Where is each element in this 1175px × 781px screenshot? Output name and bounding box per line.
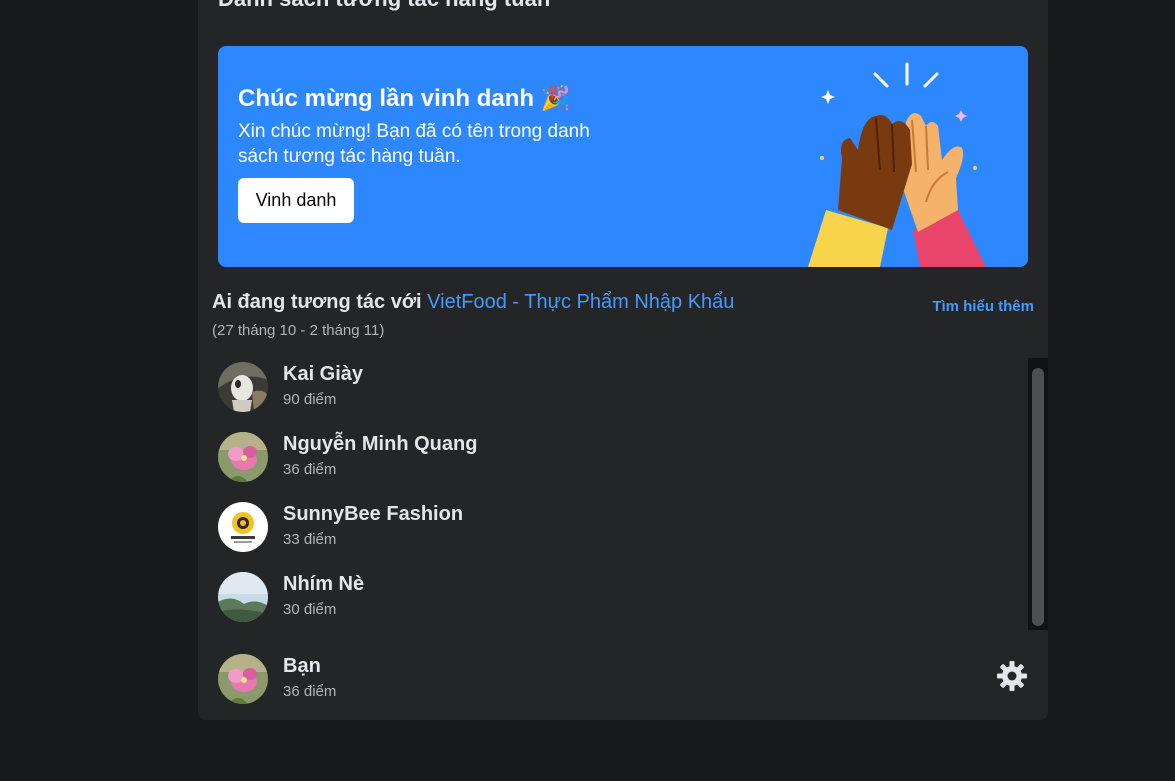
list-item[interactable]: Nhím Nè 30 điểm (218, 568, 1008, 628)
my-score: 36 điểm (283, 683, 337, 700)
page-name-link[interactable]: VietFood - Thực Phẩm Nhập Khẩu (427, 291, 734, 313)
banner-text: Xin chúc mừng! Bạn đã có tên trong danh … (238, 121, 590, 167)
learn-more-link[interactable]: Tìm hiểu thêm (932, 298, 1034, 315)
banner-title: Chúc mừng lần vinh danh 🎉 (238, 85, 571, 112)
member-score: 36 điểm (283, 461, 337, 478)
my-rank-row: Bạn 36 điểm (218, 650, 1028, 710)
avatar[interactable] (218, 432, 268, 482)
list-item[interactable]: Kai Giày 90 điểm (218, 358, 1008, 428)
high-five-illustration (808, 62, 986, 267)
congrats-banner: Chúc mừng lần vinh danh 🎉 Xin chúc mừng!… (218, 46, 1028, 267)
date-range: (27 tháng 10 - 2 tháng 11) (212, 322, 385, 339)
member-score: 33 điểm (283, 531, 337, 548)
member-name[interactable]: SunnyBee Fashion (283, 503, 463, 526)
scrollbar-thumb[interactable] (1032, 368, 1044, 626)
avatar[interactable] (218, 362, 268, 412)
heading-prefix: Ai đang tương tác với (212, 291, 428, 313)
list-item[interactable]: Nguyễn Minh Quang 36 điểm (218, 428, 1008, 498)
my-avatar[interactable] (218, 654, 268, 704)
engagement-heading: Ai đang tương tác với VietFood - Thực Ph… (212, 291, 734, 314)
member-name[interactable]: Kai Giày (283, 363, 363, 386)
avatar[interactable] (218, 502, 268, 552)
member-name[interactable]: Nguyễn Minh Quang (283, 433, 477, 456)
my-name: Bạn (283, 655, 321, 677)
card-title: Danh sách tương tác hàng tuần (218, 0, 550, 12)
list-item[interactable]: SunnyBee Fashion 33 điểm (218, 498, 1008, 568)
member-score: 30 điểm (283, 601, 337, 618)
avatar[interactable] (218, 572, 268, 622)
member-score: 90 điểm (283, 391, 337, 408)
honor-button[interactable]: Vinh danh (238, 178, 354, 223)
weekly-engagement-card: Danh sách tương tác hàng tuần Chúc mừng … (198, 0, 1048, 720)
member-list[interactable]: Kai Giày 90 điểm Nguyễn Minh Quang 36 đi… (198, 358, 1048, 628)
gear-icon[interactable] (996, 660, 1028, 692)
list-scrollbar[interactable] (1028, 358, 1048, 630)
member-name[interactable]: Nhím Nè (283, 573, 364, 596)
